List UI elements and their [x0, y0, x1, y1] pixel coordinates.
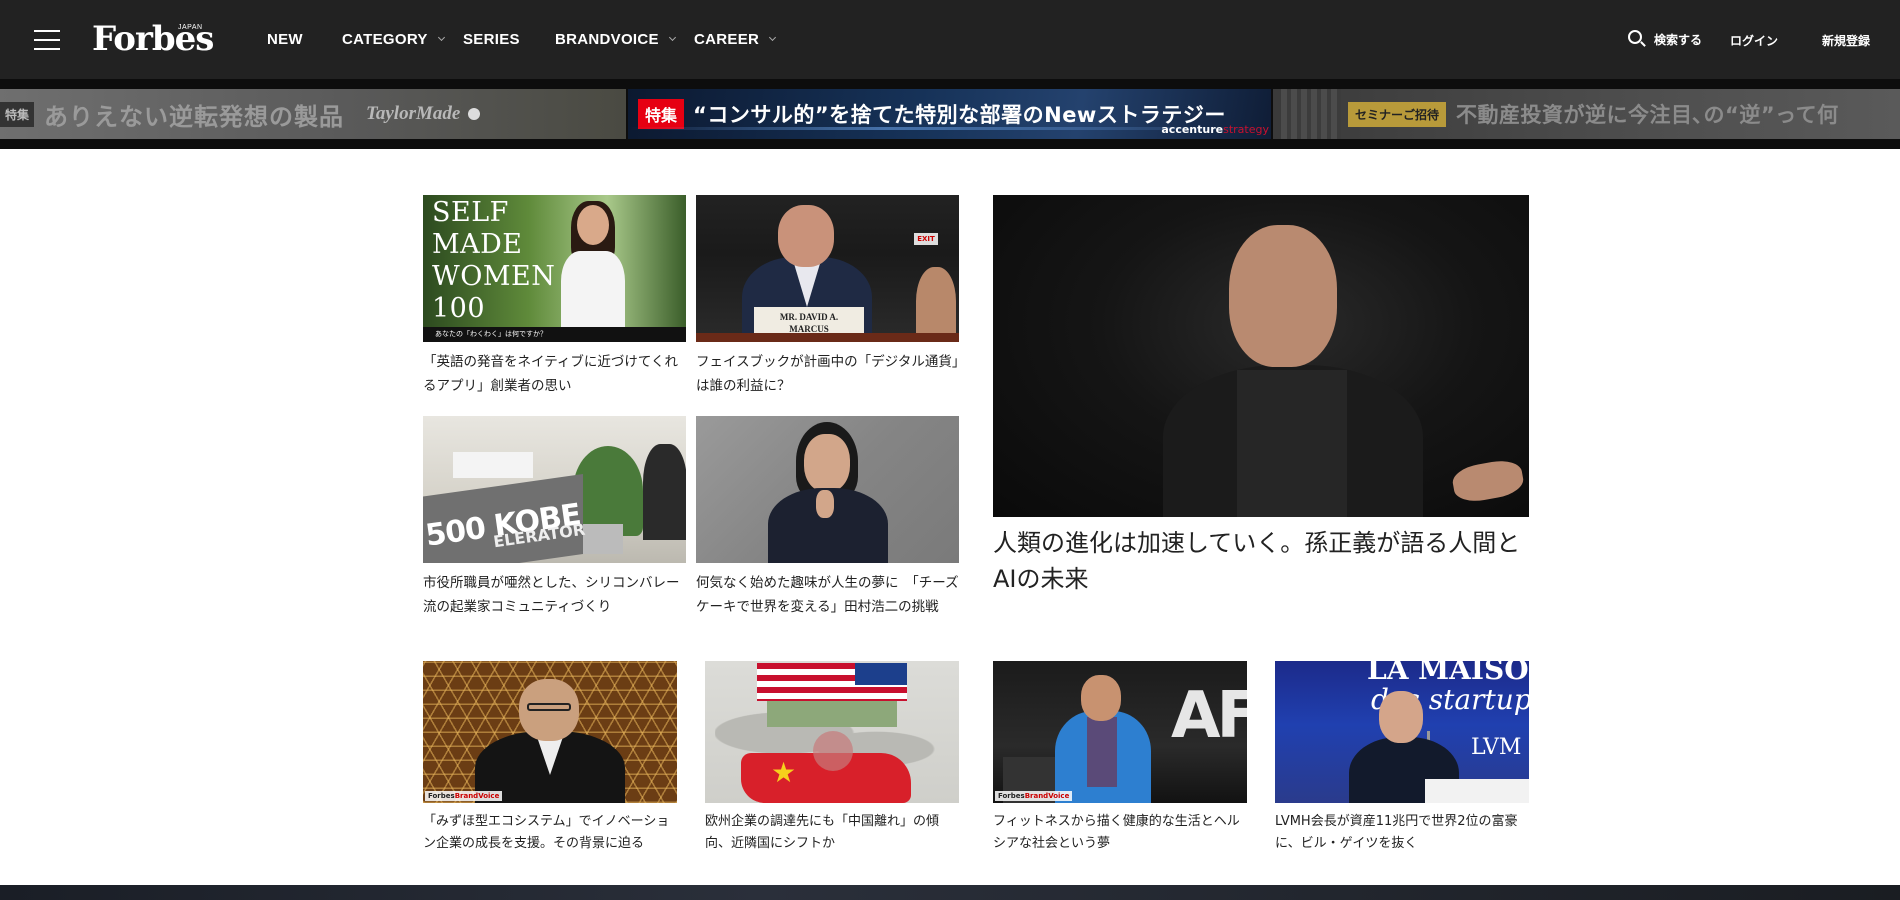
- article-title: 「英語の発音をネイティブに近づけてくれるアプリ」創業者の思い: [423, 354, 679, 394]
- nav-new[interactable]: NEW: [267, 31, 303, 48]
- nav-series[interactable]: SERIES: [463, 31, 520, 48]
- article-thumbnail: AF ForbesBrandVoice: [993, 661, 1247, 803]
- speaker-portrait: [1229, 225, 1337, 367]
- brandvoice-badge-forbes: Forbes: [428, 792, 455, 800]
- name-plate-text: MR. DAVID A. MARCUS: [779, 312, 839, 334]
- brandvoice-badge-label: BrandVoice: [454, 792, 500, 800]
- article-card-china-shift[interactable]: ★ 欧州企業の調達先にも「中国離れ」の傾向、近隣国にシフトか: [705, 661, 959, 861]
- article-title: フィットネスから描く健康的な生活とヘルシアな社会という夢: [993, 814, 1240, 851]
- register-link[interactable]: 新規登録: [1822, 32, 1870, 49]
- promo-badge: 特集: [0, 101, 35, 127]
- nav-career-label: CAREER: [694, 31, 760, 48]
- accenture-strategy-logo: accenturestrategy: [1161, 123, 1269, 136]
- backdrop-text: LVM: [1471, 735, 1522, 760]
- hamburger-menu-icon[interactable]: [34, 30, 60, 50]
- background-person: [916, 267, 956, 342]
- promo-headline: 不動産投資が逆に今注目､の“逆”って何: [1456, 103, 1839, 127]
- top-navigation-bar: Forbes JAPAN NEW CATEGORY SERIES BRANDVO…: [0, 0, 1900, 79]
- self-made-women-title: SELF MADE WOMEN 100: [432, 197, 556, 324]
- featured-article-title: 人類の進化は加速していく。孫正義が語る人間とAIの未来: [993, 529, 1521, 593]
- search-label: 検索する: [1654, 32, 1703, 47]
- nav-brandvoice[interactable]: BRANDVOICE: [555, 31, 676, 48]
- exit-sign: EXIT: [914, 233, 938, 245]
- article-thumbnail: 500 KOBE ELERATOR: [423, 416, 686, 563]
- article-thumbnail: LA MAISON des startups LVM: [1275, 661, 1529, 803]
- chevron-down-icon: [769, 33, 777, 42]
- promo-banner-taylormade[interactable]: 特集 ありえない逆転発想の製品 TaylorMade: [0, 89, 626, 139]
- gym-logo: AF: [1171, 679, 1247, 753]
- man-portrait: [1081, 675, 1121, 721]
- nav-category[interactable]: CATEGORY: [342, 31, 445, 48]
- article-title: フェイスブックが計画中の「デジタル通貨」は誰の利益に？: [696, 354, 959, 394]
- featured-article-image: [993, 195, 1529, 517]
- speaker-portrait: [1379, 691, 1423, 743]
- promo-banner-accenture[interactable]: 特集 “コンサル的”を捨てた特別な部署のNewストラテジー accentures…: [628, 89, 1271, 139]
- brandvoice-badge-forbes: Forbes: [998, 792, 1025, 800]
- nav-category-label: CATEGORY: [342, 31, 428, 48]
- woman-portrait: [553, 201, 633, 342]
- promo-badge: 特集: [638, 99, 685, 129]
- article-thumbnail: ForbesBrandVoice: [423, 661, 677, 803]
- podium: [1425, 779, 1529, 803]
- speaker-portrait: [778, 205, 834, 267]
- image-caption-strip: あなたの「わくわく」は何ですか？: [423, 327, 686, 342]
- search-button[interactable]: 検索する: [1628, 30, 1702, 48]
- article-card-lvmh[interactable]: LA MAISON des startups LVM LVMH会長が資産11兆円…: [1275, 661, 1529, 861]
- star-icon: ★: [771, 756, 797, 789]
- featured-article-card[interactable]: 人類の進化は加速していく。孫正義が語る人間とAIの未来: [993, 195, 1529, 605]
- bottom-banner-edge: [0, 885, 1900, 900]
- nav-new-label: NEW: [267, 31, 303, 48]
- nav-series-label: SERIES: [463, 31, 520, 48]
- chevron-down-icon: [437, 33, 445, 42]
- promo-badge: セミナーご招待: [1348, 101, 1447, 127]
- taylormade-logo: TaylorMade: [366, 103, 461, 124]
- chevron-down-icon: [668, 33, 676, 42]
- logo-subtitle: JAPAN: [178, 24, 203, 31]
- article-thumbnail: [696, 416, 959, 563]
- glasses: [527, 703, 571, 711]
- article-card-english-app[interactable]: SELF MADE WOMEN 100 あなたの「わくわく」は何ですか？ 「英語…: [423, 195, 686, 400]
- article-title: 欧州企業の調達先にも「中国離れ」の傾向、近隣国にシフトか: [705, 814, 940, 851]
- promo-headline: “コンサル的”を捨てた特別な部署のNewストラテジー: [693, 103, 1226, 127]
- article-thumbnail: EXIT MR. DAVID A. MARCUS: [696, 195, 959, 342]
- golf-ball-icon: [468, 108, 481, 120]
- brandvoice-badge-label: BrandVoice: [1024, 792, 1070, 800]
- man-portrait: [804, 434, 850, 492]
- article-card-cheesecake[interactable]: 何気なく始めた趣味が人生の夢に 「チーズケーキで世界を変える」田村浩二の挑戦: [696, 416, 959, 646]
- article-title: 何気なく始めた趣味が人生の夢に 「チーズケーキで世界を変える」田村浩二の挑戦: [696, 575, 959, 615]
- article-title: 市役所職員が唖然とした、シリコンバレー流の起業家コミュニティづくり: [423, 575, 680, 615]
- building-image: [1281, 89, 1341, 139]
- search-icon: [1628, 30, 1646, 48]
- logo-wordmark: Forbes: [92, 19, 214, 59]
- article-card-digital-currency[interactable]: EXIT MR. DAVID A. MARCUS フェイスブックが計画中の「デジ…: [696, 195, 959, 400]
- article-thumbnail: SELF MADE WOMEN 100 あなたの「わくわく」は何ですか？: [423, 195, 686, 342]
- accenture-logo-sub: strategy: [1223, 123, 1269, 136]
- dollar-bill: [767, 701, 897, 727]
- nav-brandvoice-label: BRANDVOICE: [555, 31, 659, 48]
- accenture-logo-main: accenture: [1161, 123, 1224, 136]
- brandvoice-badge: ForbesBrandVoice: [425, 791, 503, 801]
- login-link[interactable]: ログイン: [1730, 32, 1778, 49]
- article-card-mizuho[interactable]: ForbesBrandVoice 「みずほ型エコシステム」でイノベーション企業の…: [423, 661, 677, 861]
- nav-career[interactable]: CAREER: [694, 31, 777, 48]
- article-card-fitness[interactable]: AF ForbesBrandVoice フィットネスから描く健康的な生活とヘルシ…: [993, 661, 1247, 861]
- promo-banner-strip: 特集 ありえない逆転発想の製品 TaylorMade 特集 “コンサル的”を捨て…: [0, 79, 1900, 149]
- promo-headline: ありえない逆転発想の製品: [44, 102, 345, 131]
- article-thumbnail: ★: [705, 661, 959, 803]
- article-card-kobe-accelerator[interactable]: 500 KOBE ELERATOR 市役所職員が唖然とした、シリコンバレー流の起…: [423, 416, 686, 646]
- promo-banner-seminar[interactable]: セミナーご招待 不動産投資が逆に今注目､の“逆”って何: [1273, 89, 1900, 139]
- article-title: LVMH会長が資産11兆円で世界2位の富豪に、ビル・ゲイツを抜く: [1275, 814, 1518, 851]
- article-title: 「みずほ型エコシステム」でイノベーション企業の成長を支援。その背景に迫る: [423, 814, 670, 851]
- brandvoice-badge: ForbesBrandVoice: [995, 791, 1073, 801]
